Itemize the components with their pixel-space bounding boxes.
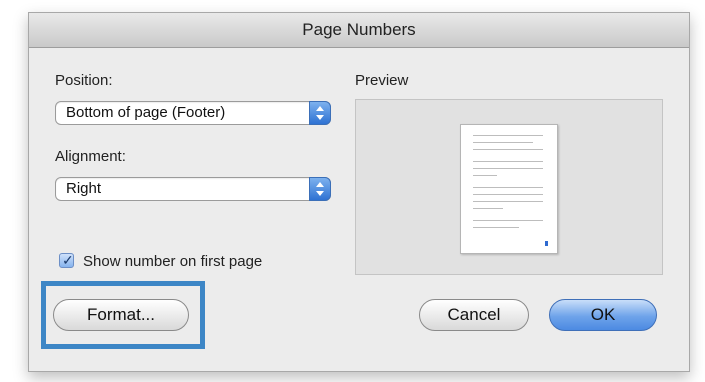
alignment-popup[interactable]: Right <box>55 177 331 201</box>
popup-stepper-icon <box>309 177 331 201</box>
dialog-title: Page Numbers <box>302 20 416 39</box>
show-first-page-label: Show number on first page <box>83 253 263 270</box>
alignment-label: Alignment: <box>55 148 126 165</box>
cancel-button[interactable]: Cancel <box>419 299 529 331</box>
preview-area <box>355 99 663 275</box>
position-value: Bottom of page (Footer) <box>66 104 226 121</box>
position-label: Position: <box>55 72 113 89</box>
show-first-page-checkbox[interactable]: ✓ <box>59 252 74 268</box>
page-numbers-dialog: Page Numbers Position: Bottom of page (F… <box>28 12 690 372</box>
page-preview-icon <box>460 124 558 254</box>
title-bar: Page Numbers <box>29 13 689 48</box>
ok-button[interactable]: OK <box>549 299 657 331</box>
position-popup[interactable]: Bottom of page (Footer) <box>55 101 331 125</box>
checkmark-icon: ✓ <box>62 252 74 268</box>
alignment-value: Right <box>66 180 102 197</box>
page-number-marker <box>545 241 548 246</box>
preview-label: Preview <box>355 72 409 89</box>
format-highlight-box <box>41 281 205 349</box>
popup-stepper-icon <box>309 101 331 125</box>
